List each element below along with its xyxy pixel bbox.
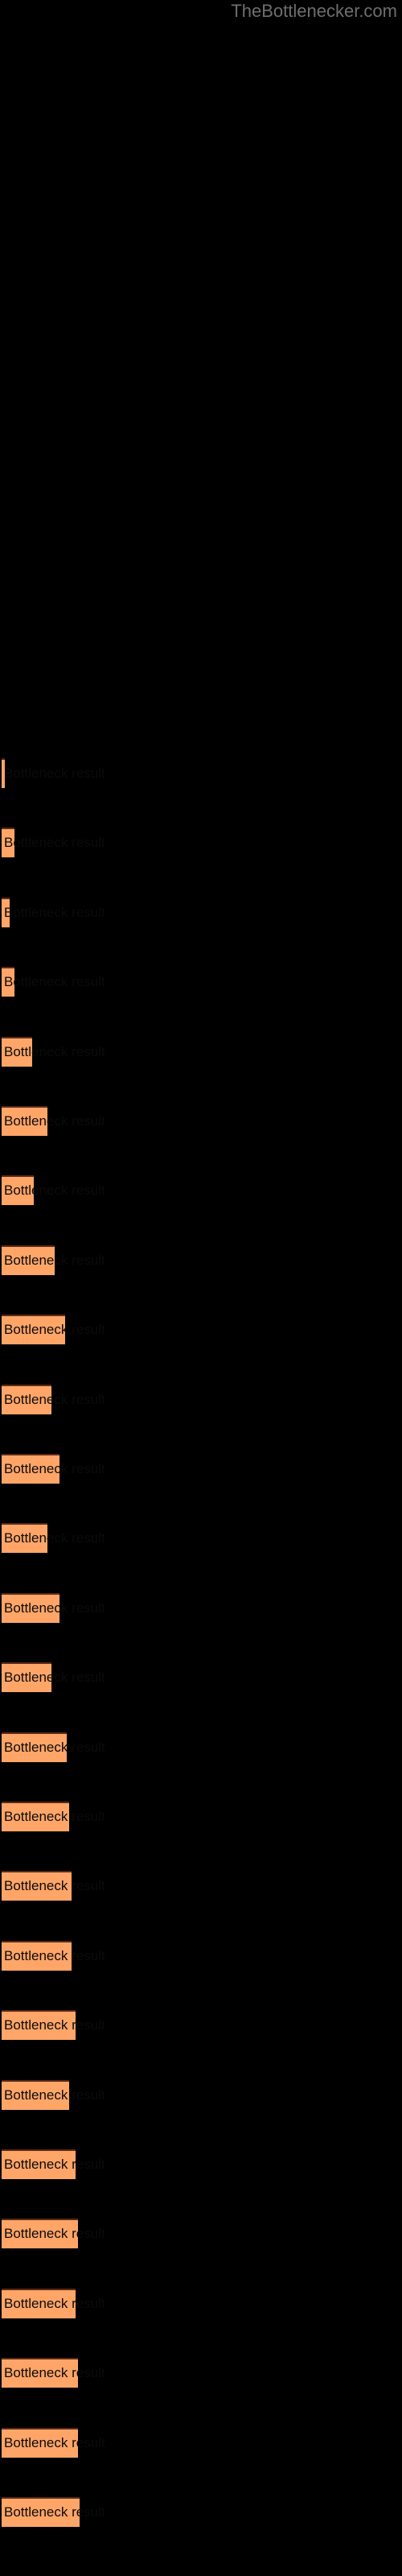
bar-row: Bottleneck result [0, 1245, 402, 1275]
bar-label: Bottleneck result [4, 2504, 105, 2520]
bar-label: Bottleneck result [4, 1809, 105, 1824]
bar-row: Bottleneck result [0, 1385, 402, 1414]
bar-row: Bottleneck result [0, 1315, 402, 1344]
bar-row: Bottleneck result [0, 1523, 402, 1553]
bar-label: Bottleneck result [4, 1740, 105, 1755]
bar-row: Bottleneck result [0, 1871, 402, 1901]
bar-row: Bottleneck result [0, 2149, 402, 2179]
bar-label: Bottleneck result [4, 1948, 105, 1963]
bar-label: Bottleneck result [4, 835, 105, 850]
bar-label: Bottleneck result [4, 2087, 105, 2103]
bar-label: Bottleneck result [4, 1392, 105, 1407]
bar-label: Bottleneck result [4, 2017, 105, 2033]
bar-row: Bottleneck result [0, 2428, 402, 2458]
bar-row: Bottleneck result [0, 2219, 402, 2248]
bar-label: Bottleneck result [4, 1253, 105, 1268]
bar-label: Bottleneck result [4, 1670, 105, 1685]
bar-row: Bottleneck result [0, 1732, 402, 1762]
bar-label: Bottleneck result [4, 2296, 105, 2311]
bar-row: Bottleneck result [0, 2358, 402, 2388]
bar-label: Bottleneck result [4, 2435, 105, 2450]
bar-label: Bottleneck result [4, 2157, 105, 2172]
bar-label: Bottleneck result [4, 1878, 105, 1893]
bar-row: Bottleneck result [0, 2497, 402, 2527]
bar-label: Bottleneck result [4, 1461, 105, 1476]
bar-row: Bottleneck result [0, 1454, 402, 1484]
bar-label: Bottleneck result [4, 905, 105, 920]
bar-row: Bottleneck result [0, 1106, 402, 1136]
bar-row: Bottleneck result [0, 1662, 402, 1692]
bar-row: Bottleneck result [0, 1037, 402, 1067]
page-root: TheBottlenecker.com Bottleneck result Bot… [0, 0, 402, 2576]
bar-label: Bottleneck result [4, 766, 105, 781]
bar-row: Bottleneck result [0, 2080, 402, 2110]
bar-row: Bottleneck result [0, 2289, 402, 2318]
bar-label: Bottleneck result [4, 1044, 105, 1059]
bar-chart-plot-area: Bottleneck result Bottleneck result Bottle… [0, 0, 402, 2576]
bar-row: Bottleneck result [0, 758, 402, 788]
bar-label: Bottleneck result [4, 1183, 105, 1198]
bar-row: Bottleneck result [0, 2010, 402, 2040]
bar-label: Bottleneck result [4, 974, 105, 989]
bar-label: Bottleneck result [4, 2365, 105, 2380]
bar-row: Bottleneck result [0, 1175, 402, 1205]
bar-row: Bottleneck result [0, 828, 402, 857]
bar-row: Bottleneck result [0, 1802, 402, 1831]
bar-label: Bottleneck result [4, 1600, 105, 1616]
bar-row: Bottleneck result [0, 1941, 402, 1971]
bar-row: Bottleneck result [0, 898, 402, 927]
bar-label: Bottleneck result [4, 1322, 105, 1337]
bar-label: Bottleneck result [4, 1113, 105, 1129]
bar-label: Bottleneck result [4, 1530, 105, 1546]
bar-row: Bottleneck result [0, 1593, 402, 1623]
bar-label: Bottleneck result [4, 2226, 105, 2241]
bar-row: Bottleneck result [0, 967, 402, 997]
